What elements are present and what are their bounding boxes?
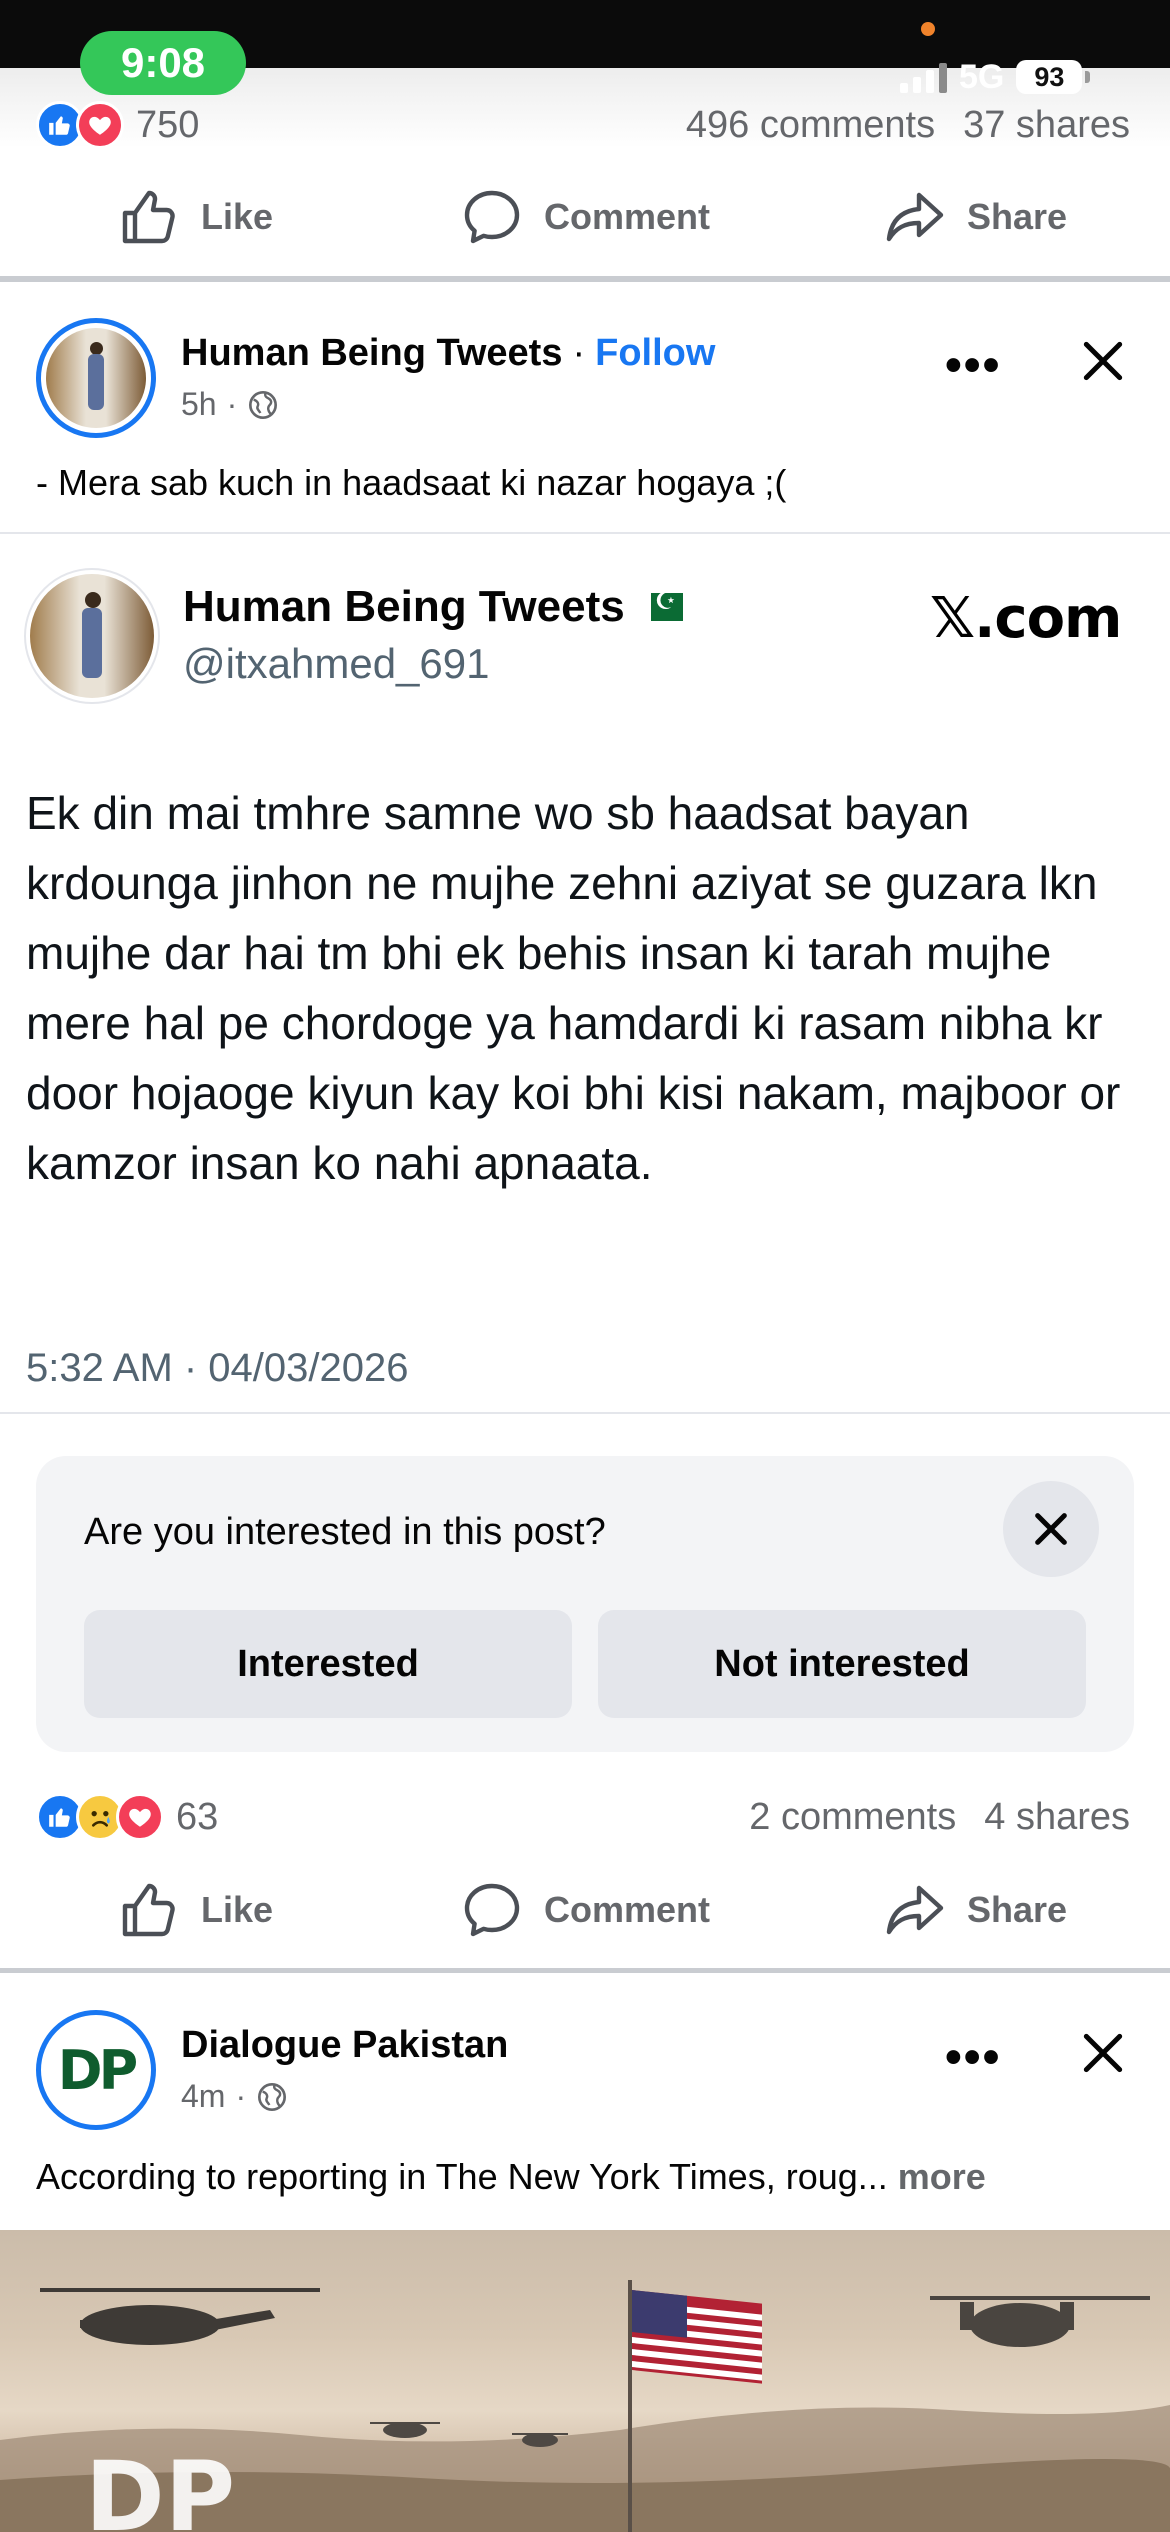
reaction-icons [36,1793,164,1841]
dialogue-pakistan-logo: DP [46,2020,146,2120]
interested-button[interactable]: Interested [84,1610,572,1718]
status-time: 9:08 [80,31,246,95]
post-time[interactable]: 4m [181,2078,225,2115]
comment-label: Comment [543,196,710,237]
share-icon [886,192,944,242]
reaction-count: 63 [176,1795,219,1838]
signal-icon [900,61,947,93]
battery-icon: 93 [1016,60,1091,94]
shares-count[interactable]: 37 shares [963,104,1130,147]
post-caption: According to reporting in The New York T… [36,2156,986,2198]
post-actions: Like Comment Share [0,1855,1170,1965]
share-label: Share [966,196,1068,237]
svg-text:DP: DP [85,2441,235,2532]
interest-prompt-card: Are you interested in this post? Interes… [36,1456,1134,1752]
helicopters-flag-illustration: DP [0,2280,1170,2532]
post-meta: 5h · [181,386,279,423]
follow-button[interactable]: Follow [595,332,715,375]
comment-icon [464,190,520,244]
prev-post-actions: Like Comment Share [0,162,1170,272]
love-reaction-icon [76,101,124,149]
post-header: Human Being Tweets · Follow 5h · ••• [0,318,1170,468]
share-button[interactable]: Share [780,1878,1170,1942]
share-icon [886,1885,944,1935]
like-button[interactable]: Like [0,185,390,249]
engagement-counts: 496 comments 37 shares [686,104,1130,147]
author-name[interactable]: Dialogue Pakistan [181,2024,508,2067]
interest-question: Are you interested in this post? [84,1511,606,1553]
tweet-handle: @itxahmed_691 [183,640,490,687]
tweet-author-name: Human Being Tweets [183,582,625,631]
like-label: Like [200,196,274,237]
share-button[interactable]: Share [780,185,1170,249]
author-line: Dialogue Pakistan [181,2024,508,2067]
post-header: DP Dialogue Pakistan 4m · ••• [0,2010,1170,2160]
engagement-counts: 2 comments 4 shares [749,1796,1130,1839]
interest-close-button[interactable] [1003,1481,1099,1577]
meta-separator: · [235,2078,247,2114]
comment-button[interactable]: Comment [390,1878,780,1942]
tweet-text: Ek din mai tmhre samne wo sb haadsat bay… [26,787,1121,1189]
post-divider [0,276,1170,282]
tweet-timestamp: 5:32 AM · 04/03/2026 [26,1346,409,1390]
tweet-avatar[interactable] [24,568,160,704]
post-time[interactable]: 5h [181,386,217,423]
post-meta: 4m · [181,2078,288,2115]
comments-count[interactable]: 2 comments [749,1796,956,1839]
close-icon[interactable] [1078,2028,1128,2078]
see-more-link[interactable]: more [898,2156,986,2197]
avatar[interactable] [36,318,156,438]
comment-label: Comment [543,1889,710,1930]
like-icon [122,190,175,244]
status-indicators: 5G 93 [900,52,1091,102]
like-icon [122,1883,175,1937]
comment-icon [464,1883,520,1937]
tweet-divider [0,1412,1170,1414]
more-options-icon[interactable]: ••• [945,2030,1001,2085]
close-icon[interactable] [1078,336,1128,386]
love-reaction-icon [116,1793,164,1841]
reaction-count: 750 [136,103,200,146]
globe-icon [249,390,278,419]
close-icon [1035,1513,1067,1545]
post-divider [0,1968,1170,1973]
not-interested-button[interactable]: Not interested [598,1610,1086,1718]
separator: · [572,332,586,374]
recording-indicator [921,22,935,36]
network-label: 5G [959,57,1005,96]
post-image[interactable]: DP [0,2230,1170,2532]
pakistan-flag-icon [640,587,683,621]
post-reactions[interactable]: 63 2 comments 4 shares [0,1782,1170,1852]
author-name[interactable]: Human Being Tweets [181,332,562,375]
author-line: Human Being Tweets · Follow [181,332,715,375]
share-label: Share [966,1889,1068,1930]
comment-button[interactable]: Comment [390,185,780,249]
more-options-icon[interactable]: ••• [945,338,1001,393]
post-caption-text: According to reporting in The New York T… [36,2156,888,2197]
meta-separator: · [226,386,238,422]
shares-count[interactable]: 4 shares [984,1796,1130,1839]
page-avatar[interactable]: DP [36,2010,156,2130]
comments-count[interactable]: 496 comments [686,104,935,147]
like-button[interactable]: Like [0,1878,390,1942]
tweet-author-line: Human Being Tweets [183,582,683,632]
reaction-icons [36,101,124,149]
like-label: Like [200,1889,274,1930]
globe-icon [258,2082,287,2111]
tweet-source: 𝕏.com [930,586,1122,651]
caption-divider [0,532,1170,534]
post-caption: - Mera sab kuch in haadsaat ki nazar hog… [36,462,787,503]
